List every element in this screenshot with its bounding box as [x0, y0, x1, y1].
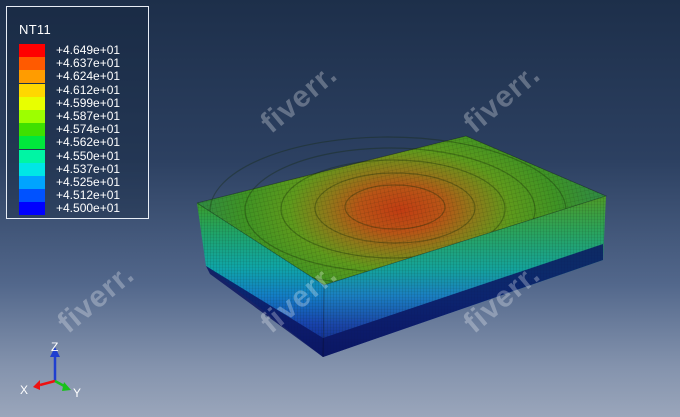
legend-value-label: +4.637e+01 [56, 56, 121, 71]
legend-color-swatch [19, 149, 45, 163]
viewport[interactable]: fiverr. fiverr. fiverr. fiverr. fiverr. … [0, 0, 680, 417]
legend-color-swatch [19, 83, 45, 97]
legend-value-label: +4.562e+01 [56, 135, 121, 150]
legend-color-swatch [19, 136, 45, 150]
contour-legend[interactable]: NT11 +4.649e+01 +4.637e+01 +4.624e+01 +4.61… [6, 6, 149, 219]
legend-value-label: +4.624e+01 [56, 69, 121, 84]
legend-color-swatch [19, 123, 45, 137]
axis-x-label: X [20, 383, 29, 397]
axis-triad: Z X Y [18, 333, 98, 403]
legend-color-swatch [19, 110, 45, 123]
axis-z-label: Z [51, 340, 59, 354]
legend-color-swatch [19, 202, 45, 216]
legend-value-label: +4.612e+01 [56, 82, 121, 97]
legend-value-label: +4.537e+01 [56, 161, 121, 176]
legend-color-swatch [19, 44, 45, 57]
legend-color-swatch [19, 57, 45, 71]
legend-color-swatch [19, 189, 45, 203]
legend-value-label: +4.550e+01 [56, 148, 121, 163]
legend-value-label: +4.512e+01 [56, 188, 121, 203]
legend-color-swatch [19, 162, 45, 176]
axis-y-label: Y [73, 386, 82, 400]
legend-color-swatch [19, 70, 45, 84]
legend-value-label: +4.649e+01 [56, 43, 121, 57]
legend-value-label: +4.574e+01 [56, 122, 121, 137]
legend-color-swatch [19, 96, 45, 110]
legend-value-label: +4.587e+01 [56, 109, 121, 123]
legend-value-label: +4.599e+01 [56, 95, 121, 110]
legend-value-label: +4.500e+01 [56, 201, 121, 216]
legend-color-swatch [19, 176, 45, 189]
legend-title: NT11 [19, 22, 52, 37]
legend-value-label: +4.525e+01 [56, 175, 121, 189]
